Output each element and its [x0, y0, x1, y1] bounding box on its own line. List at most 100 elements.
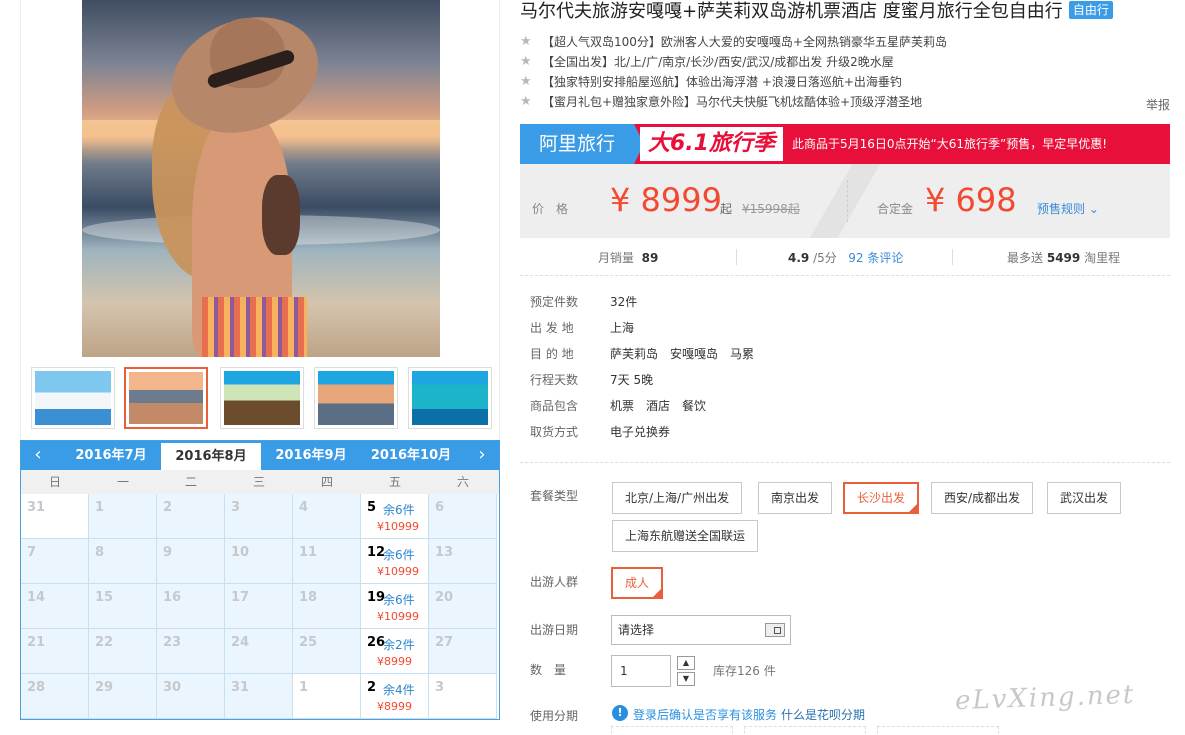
package-option-nanjing[interactable]: 南京出发	[758, 482, 833, 514]
feature-item: ★ 【超人气双岛100分】欧洲客人大爱的安嘎嘎岛+全网热销豪华五星萨芙莉岛	[520, 32, 1170, 52]
product-title-text: 马尔代夫旅游安嘎嘎+萨芙莉双岛游机票酒店 度蜜月旅行全包自由行	[520, 1, 1063, 22]
report-link[interactable]: 举报	[1146, 96, 1170, 113]
quantity-input[interactable]: 1	[611, 655, 671, 687]
calendar-day-available[interactable]: 19 余6件 ¥10999	[361, 584, 429, 629]
review-count-link[interactable]: 92 条评论	[848, 251, 903, 265]
calendar-day-price: ¥8999	[377, 655, 412, 668]
info-value: 7天 5晚	[610, 371, 665, 389]
quantity-label: 数 量	[530, 663, 567, 677]
calendar-day-number: 2	[163, 500, 173, 515]
calendar-day: 3	[225, 494, 293, 539]
calendar-day: 31	[225, 674, 293, 719]
package-option-changsha-selected[interactable]: 长沙出发 ✓	[843, 482, 920, 514]
calendar-day-grid: 31 1 2 3 4 5 余6件 ¥10999 6 7 8 9 10 11 12 余6件 ¥10999 13 14 1…	[21, 494, 499, 719]
info-value: 32件	[610, 293, 649, 311]
calendar-weekday-row: 日一二三四五六	[21, 470, 499, 494]
calendar-day-number: 5	[367, 500, 377, 515]
calendar-day: 1	[293, 674, 361, 719]
calendar-day-available[interactable]: 2 余4件 ¥8999	[361, 674, 429, 719]
info-row: 行程天数 7天 5晚	[530, 371, 930, 397]
calendar-day-number: 23	[163, 635, 182, 650]
package-option-wuhan[interactable]: 武汉出发	[1047, 482, 1122, 514]
calendar-day: 20	[429, 584, 497, 629]
thumbnail-4[interactable]	[314, 367, 398, 429]
calendar-day-number: 1	[95, 500, 105, 515]
calendar-day-available[interactable]: 26 余2件 ¥8999	[361, 629, 429, 674]
calendar-icon[interactable]	[765, 623, 785, 637]
calendar-month-tab-active[interactable]: 2016年8月	[161, 443, 261, 470]
thumbnail-1[interactable]	[31, 367, 115, 429]
deposit-value: ¥ 698	[925, 182, 1017, 218]
installment-option-peek[interactable]	[744, 726, 866, 735]
calendar-day-number: 29	[95, 680, 114, 695]
points-suffix: 淘里程	[1084, 251, 1121, 265]
travel-date-picker[interactable]: 请选择	[611, 615, 791, 645]
calendar-day-number: 30	[163, 680, 182, 695]
presale-rules-link[interactable]: 预售规则 ⌄	[1037, 200, 1099, 217]
installment-option-peek[interactable]	[611, 726, 733, 735]
monthly-sales-label: 月销量	[598, 251, 635, 265]
package-option-xian-chengdu[interactable]: 西安/成都出发	[931, 482, 1034, 514]
calendar-day: 1	[89, 494, 157, 539]
calendar-day-number: 13	[435, 545, 454, 560]
thumbnail-3[interactable]	[220, 367, 304, 429]
feature-text: 【全国出发】北/上/广/南京/长沙/西安/武汉/成都出发 升级2晚水屋	[542, 55, 894, 69]
info-label: 预定件数	[530, 295, 579, 309]
info-value-item: 机票	[610, 399, 635, 413]
calendar-day-number: 16	[163, 590, 182, 605]
product-gallery	[20, 0, 500, 440]
info-value-item: 酒店	[646, 399, 671, 413]
calendar-day: 9	[157, 539, 225, 584]
thumbnail-strip	[21, 363, 501, 435]
package-option-label: 上海东航赠送全国联运	[625, 529, 746, 543]
monthly-sales-value: 89	[641, 251, 659, 265]
calendar-month-tab[interactable]: 2016年10月	[361, 441, 461, 470]
package-option-shanghai-eastern[interactable]: 上海东航赠送全国联运	[612, 520, 759, 552]
calendar-day: 16	[157, 584, 225, 629]
points-label: 最多送	[1007, 251, 1044, 265]
calendar-day-number: 27	[435, 635, 454, 650]
calendar-day-number: 21	[27, 635, 46, 650]
promo-banner[interactable]: 阿里旅行 大6.1旅行季 此商品于5月16日0点开始“大61旅行季”预售，早定早…	[520, 124, 1170, 164]
calendar-day-number: 2	[367, 680, 377, 695]
calendar-month-tab[interactable]: 2016年9月	[261, 441, 361, 470]
quantity-decrement-button[interactable]: ▼	[677, 672, 695, 686]
calendar-day: 28	[21, 674, 89, 719]
chevron-right-icon[interactable]: ›	[467, 441, 497, 470]
info-label: 行程天数	[530, 373, 579, 387]
quantity-increment-button[interactable]: ▲	[677, 656, 695, 670]
chevron-left-icon[interactable]: ‹	[23, 441, 53, 470]
thumbnail-2-selected[interactable]	[124, 367, 208, 429]
calendar-day: 29	[89, 674, 157, 719]
bikini-top	[262, 175, 300, 255]
calendar-month-tab[interactable]: 2016年7月	[61, 441, 161, 470]
installment-option-peek[interactable]	[877, 726, 999, 735]
weekday-header: 六	[456, 475, 469, 489]
price-value: ¥ 8999	[610, 182, 722, 218]
review-count: 92	[848, 251, 864, 265]
calendar-day-number: 4	[299, 500, 309, 515]
weekday-header: 二	[184, 475, 197, 489]
main-product-image[interactable]	[82, 0, 440, 357]
product-title: 马尔代夫旅游安嘎嘎+萨芙莉双岛游机票酒店 度蜜月旅行全包自由行 自由行	[520, 0, 1113, 24]
sales-stats: 月销量 89 4.9 /5分 92 条评论 最多送 5499 淘里程	[520, 238, 1170, 276]
travel-date-placeholder: 请选择	[618, 623, 655, 637]
calendar-day-number: 28	[27, 680, 46, 695]
calendar-day: 6	[429, 494, 497, 539]
calendar-day-available[interactable]: 12 余6件 ¥10999	[361, 539, 429, 584]
calendar-day-number: 3	[435, 680, 445, 695]
traveler-option-adult-selected[interactable]: 成人 ✓	[611, 567, 664, 599]
section-divider	[520, 462, 1170, 463]
traveler-option-label: 成人	[625, 576, 650, 590]
feature-text: 【超人气双岛100分】欧洲客人大爱的安嘎嘎岛+全网热销豪华五星萨芙莉岛	[542, 35, 947, 49]
thumbnail-5[interactable]	[408, 367, 492, 429]
calendar-day: 31	[21, 494, 89, 539]
rating-summary: 4.9 /5分 92 条评论	[788, 249, 903, 266]
calendar-day: 30	[157, 674, 225, 719]
installment-help-link[interactable]: 什么是花呗分期	[781, 708, 865, 722]
calendar-day-number: 18	[299, 590, 318, 605]
points-reward: 最多送 5499 淘里程	[1007, 249, 1120, 266]
package-option-beijing-shanghai-guangzhou[interactable]: 北京/上海/广州出发	[612, 482, 743, 514]
calendar-day-available[interactable]: 5 余6件 ¥10999	[361, 494, 429, 539]
weekday-header: 日	[48, 475, 61, 489]
